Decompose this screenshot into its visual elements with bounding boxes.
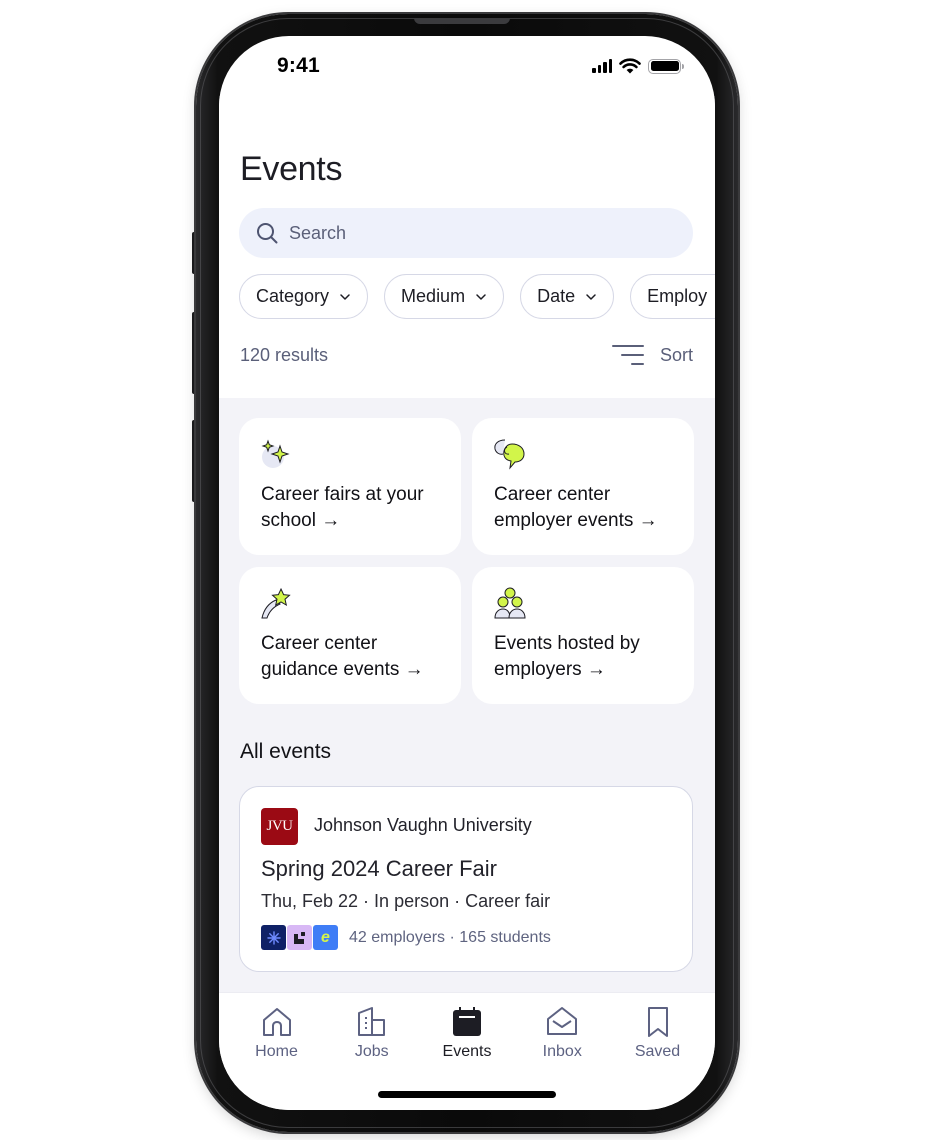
results-row: 120 results Sort (240, 342, 693, 368)
block-shape-icon (293, 931, 305, 944)
filter-medium[interactable]: Medium (384, 274, 505, 319)
category-label: Career fairs at your school → (261, 484, 424, 531)
calendar-icon (453, 1007, 481, 1036)
envelope-open-icon (547, 1007, 578, 1035)
people-group-icon (494, 587, 526, 619)
category-card-career-fairs[interactable]: Career fairs at your school → (239, 418, 461, 555)
filter-category[interactable]: Category (239, 274, 369, 319)
tab-bar: Home Jobs Events Inbox Saved (219, 992, 715, 1110)
sort-label: Sort (659, 344, 693, 365)
category-card-guidance-events[interactable]: Career center guidance events → (239, 567, 461, 704)
filter-employer[interactable]: Employ (630, 274, 715, 319)
chevron-down-icon (340, 293, 350, 300)
home-indicator[interactable] (378, 1091, 556, 1098)
home-icon (262, 1008, 291, 1036)
building-icon (357, 1007, 385, 1036)
status-time: 9:41 (277, 54, 320, 77)
search-input[interactable] (289, 222, 669, 244)
sunburst-icon (266, 930, 281, 945)
employer-logo-e: e (313, 925, 338, 950)
org-name: Johnson Vaughn University (314, 815, 532, 835)
chevron-down-icon (586, 293, 596, 300)
category-grid: Career fairs at your school → Career cen… (239, 418, 694, 704)
sort-button[interactable]: Sort (611, 343, 693, 367)
status-bar: 9:41 (219, 36, 715, 96)
sparkles-icon (261, 439, 290, 468)
category-card-employer-events[interactable]: Career center employer events → (472, 418, 694, 555)
shooting-star-icon (261, 587, 291, 619)
tab-events[interactable]: Events (420, 1005, 515, 1061)
phone-screen: 9:41 Events Category (219, 36, 715, 1110)
tab-jobs[interactable]: Jobs (324, 1005, 419, 1061)
filter-label: Medium (401, 286, 466, 306)
chevron-down-icon (476, 293, 486, 300)
speaker-grille (414, 18, 510, 24)
event-card[interactable]: JVU Johnson Vaughn University Spring 202… (239, 786, 693, 972)
all-events-heading: All events (240, 740, 332, 763)
employer-logo-sunburst (261, 925, 286, 950)
employer-stats: 42 employers · 165 students (349, 928, 551, 946)
employer-row: e 42 employers · 165 students (261, 925, 551, 950)
search-icon (257, 223, 278, 244)
tab-label: Home (255, 1043, 298, 1060)
tab-inbox[interactable]: Inbox (515, 1005, 610, 1061)
category-label: Career center employer events → (494, 484, 658, 531)
filter-label: Employ (647, 286, 708, 306)
tab-label: Saved (634, 1043, 681, 1060)
category-card-employer-hosted[interactable]: Events hosted by employers → (472, 567, 694, 704)
sort-icon (611, 345, 644, 365)
tab-home[interactable]: Home (229, 1005, 324, 1061)
speech-bubble-icon (494, 439, 525, 470)
battery-icon (648, 58, 684, 74)
tab-label: Inbox (542, 1043, 582, 1060)
category-label: Events hosted by employers → (494, 633, 640, 680)
event-title: Spring 2024 Career Fair (261, 856, 498, 881)
filter-label: Category (256, 286, 330, 306)
tab-label: Events (442, 1043, 492, 1060)
org-logo: JVU (261, 808, 298, 845)
wifi-icon (619, 58, 641, 74)
content-area: Career fairs at your school → Career cen… (219, 398, 715, 992)
bookmark-icon (647, 1007, 668, 1037)
page-title: Events (240, 150, 343, 188)
results-count: 120 results (240, 344, 329, 365)
tab-saved[interactable]: Saved (610, 1005, 705, 1061)
tab-label: Jobs (354, 1043, 389, 1060)
category-label: Career center guidance events → (261, 633, 424, 680)
filter-label: Date (537, 286, 576, 306)
filter-date[interactable]: Date (520, 274, 615, 319)
cellular-signal-icon (592, 59, 612, 73)
employer-logo-block (287, 925, 312, 950)
search-bar[interactable] (239, 208, 693, 258)
event-meta: Thu, Feb 22 · In person · Career fair (261, 891, 551, 911)
filter-chips: Category Medium Date Employ (239, 274, 715, 319)
header: Events Category Medium Date Employ (219, 96, 715, 398)
status-icons (592, 58, 684, 74)
